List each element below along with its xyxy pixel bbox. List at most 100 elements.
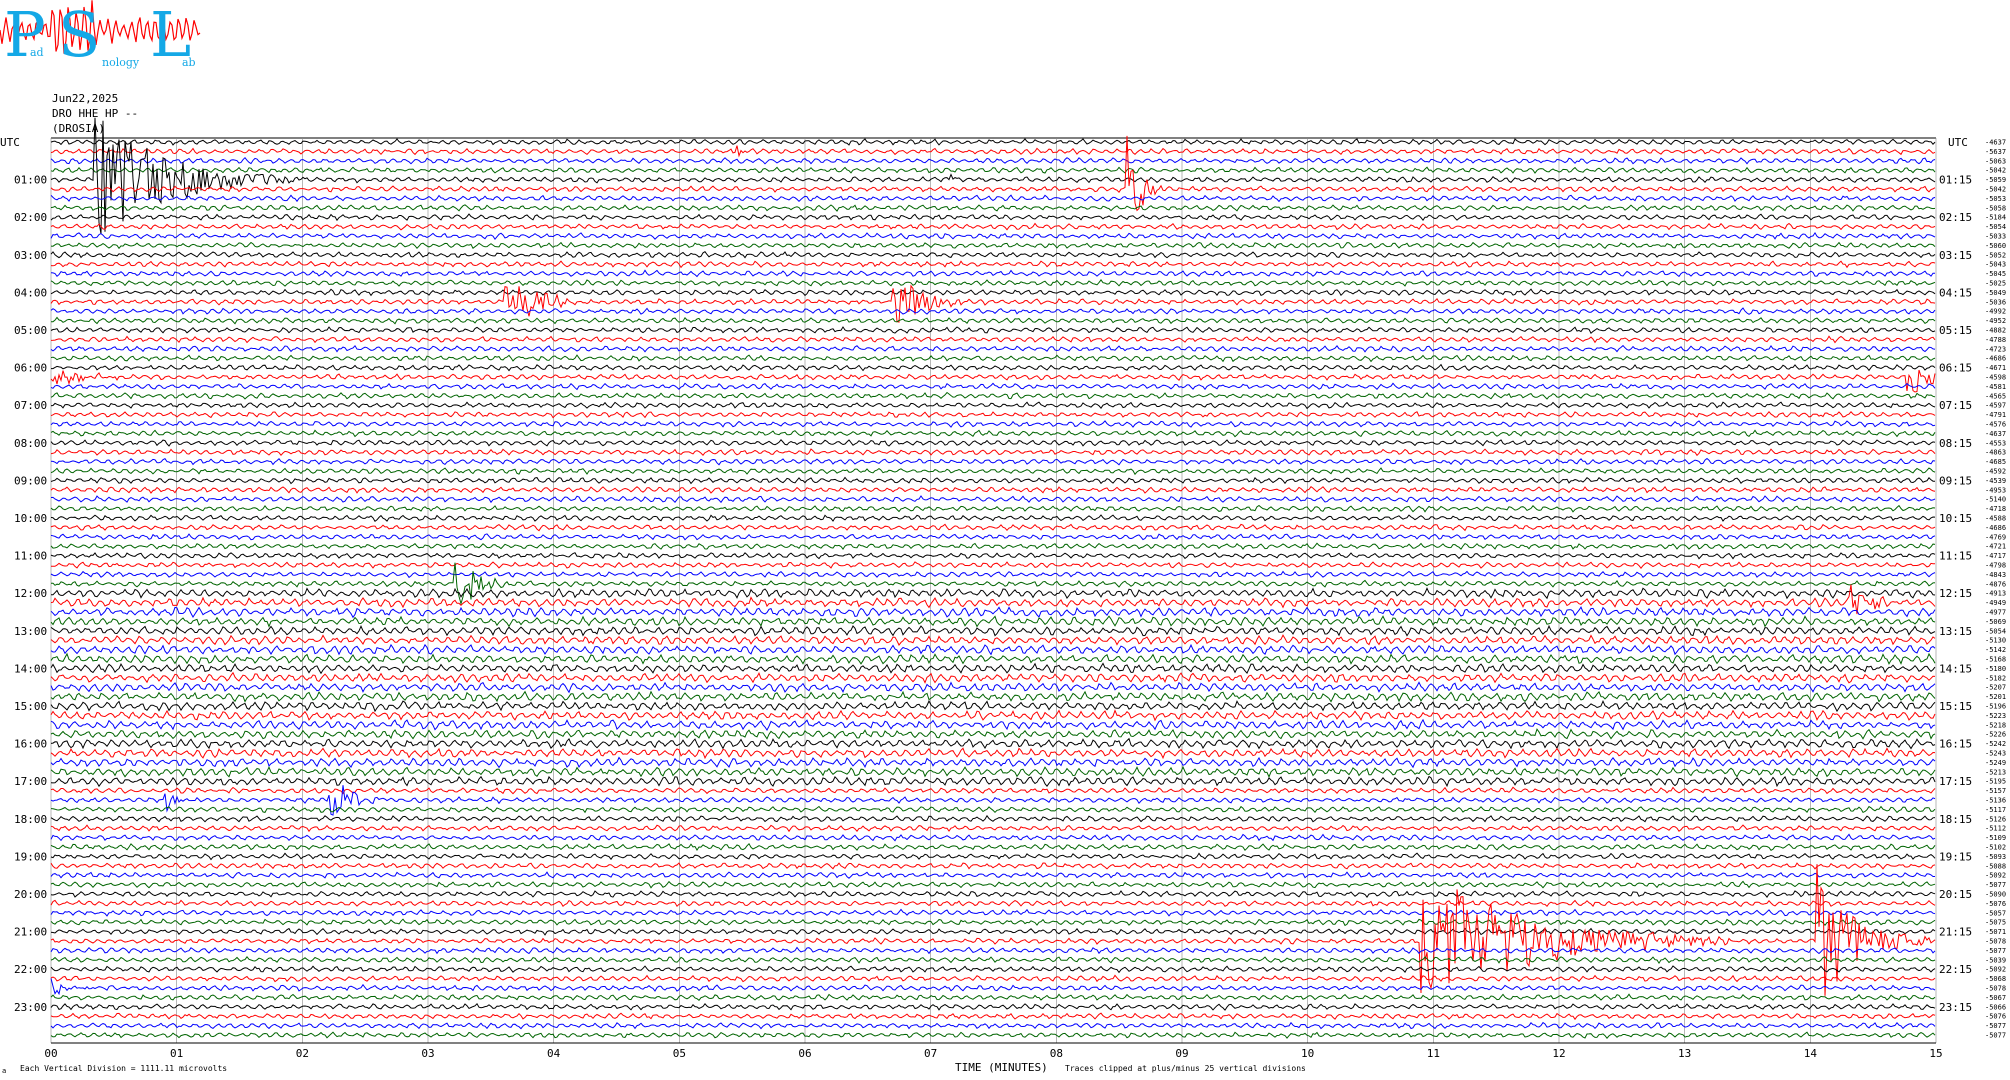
trace-row [50, 476, 1935, 485]
row-offset-label: -4953 [1985, 486, 2006, 494]
trace-row [50, 420, 1936, 428]
trace-row [50, 1031, 1936, 1039]
trace-row [50, 213, 1936, 222]
trace-row [50, 978, 1936, 996]
trace-row [51, 363, 1936, 372]
trace-row [50, 899, 1936, 908]
row-offset-label: -5045 [1985, 270, 2006, 278]
left-hour-label: 05:00 [14, 324, 47, 337]
row-offset-label: -4671 [1985, 364, 2006, 372]
row-offset-label: -4798 [1985, 562, 2006, 570]
right-hour-label: 15:15 [1939, 700, 1972, 713]
trace-row [50, 690, 1936, 703]
row-offset-label: -4769 [1985, 533, 2006, 541]
trace-row [50, 391, 1936, 400]
left-hour-label: 11:00 [14, 550, 47, 563]
x-tick-label: 07 [924, 1047, 937, 1060]
row-offset-label: -4791 [1985, 411, 2006, 419]
trace-row [50, 382, 1936, 391]
right-hour-label: 14:15 [1939, 662, 1972, 675]
row-offset-label: -4718 [1985, 505, 2006, 513]
trace-row [50, 401, 1936, 410]
left-hour-label: 20:00 [14, 888, 47, 901]
trace-row [50, 974, 1936, 983]
right-hour-label: 21:15 [1939, 926, 1972, 939]
trace-row [50, 495, 1936, 504]
row-offset-label: -4539 [1985, 477, 2006, 485]
left-hour-label: 19:00 [14, 850, 47, 863]
row-offset-label: -5052 [1985, 251, 2006, 259]
left-hour-label: 04:00 [14, 286, 47, 299]
trace-row [50, 775, 1936, 788]
x-tick-label: 02 [296, 1047, 309, 1060]
row-offset-label: -5093 [1985, 853, 2006, 861]
trace-row [50, 241, 1936, 250]
row-offset-label: -5078 [1985, 985, 2006, 993]
row-offset-label: -5042 [1985, 167, 2006, 175]
right-hour-label: 04:15 [1939, 286, 1972, 299]
row-offset-label: -4863 [1985, 449, 2006, 457]
trace-row [50, 457, 1936, 466]
row-offset-label: -5078 [1985, 938, 2006, 946]
row-offset-label: -4598 [1985, 374, 2006, 382]
trace-row [50, 523, 1936, 532]
left-hour-label: 02:00 [14, 211, 47, 224]
row-offset-label: -5142 [1985, 646, 2006, 654]
corner-mark: a [2, 1067, 6, 1075]
right-hour-label: 08:15 [1939, 437, 1972, 450]
trace-row [50, 737, 1936, 750]
left-hour-label: 16:00 [14, 738, 47, 751]
left-hour-label: 13:00 [14, 625, 47, 638]
right-hour-label: 10:15 [1939, 512, 1972, 525]
row-offset-label: -5207 [1985, 684, 2006, 692]
trace-row [50, 1021, 1936, 1030]
row-offset-label: -5077 [1985, 1032, 2006, 1040]
trace-row [50, 138, 1936, 146]
right-hour-label: 13:15 [1939, 625, 1972, 638]
left-hour-label: 17:00 [14, 775, 47, 788]
trace-row [50, 1012, 1936, 1021]
x-tick-label: 01 [170, 1047, 183, 1060]
row-offset-label: -5184 [1985, 214, 2006, 222]
trace-row [50, 1002, 1936, 1011]
right-hour-label: 22:15 [1939, 963, 1972, 976]
row-offset-label: -5112 [1985, 825, 2006, 833]
trace-row [50, 269, 1935, 278]
x-tick-label: 09 [1175, 1047, 1188, 1060]
trace-row [51, 587, 1936, 600]
row-offset-label: -5057 [1985, 909, 2006, 917]
right-hour-label: 11:15 [1939, 550, 1972, 563]
trace-row [50, 833, 1936, 842]
x-tick-label: 12 [1552, 1047, 1565, 1060]
x-tick-label: 10 [1301, 1047, 1314, 1060]
row-offset-label: -5059 [1985, 176, 2006, 184]
trace-row [50, 718, 1936, 731]
row-offset-label: -5043 [1985, 261, 2006, 269]
trace-row [50, 880, 1936, 889]
row-offset-label: -5042 [1985, 186, 2006, 194]
trace-row [50, 145, 1936, 158]
row-offset-label: -5090 [1985, 891, 2006, 899]
trace-row [50, 288, 1936, 297]
trace-row [50, 439, 1936, 447]
row-offset-label: -4843 [1985, 571, 2006, 579]
row-offset-label: -4597 [1985, 402, 2006, 410]
trace-row [50, 156, 1936, 165]
clip-note: Traces clipped at plus/minus 25 vertical… [1065, 1064, 1306, 1073]
trace-row [50, 231, 1936, 241]
row-offset-label: -4913 [1985, 590, 2006, 598]
left-hour-label: 18:00 [14, 813, 47, 826]
row-offset-label: -4686 [1985, 355, 2006, 363]
row-offset-label: -5102 [1985, 844, 2006, 852]
row-offset-label: -5088 [1985, 862, 2006, 870]
trace-row [50, 824, 1936, 833]
row-offset-label: -5223 [1985, 712, 2006, 720]
left-hour-label: 23:00 [14, 1001, 47, 1014]
trace-row [50, 222, 1936, 231]
trace-row [50, 204, 1936, 212]
row-offset-label: -4992 [1985, 308, 2006, 316]
x-tick-label: 08 [1050, 1047, 1063, 1060]
x-tick-label: 03 [421, 1047, 434, 1060]
row-offset-label: -5071 [1985, 928, 2006, 936]
row-offset-label: -5025 [1985, 280, 2006, 288]
